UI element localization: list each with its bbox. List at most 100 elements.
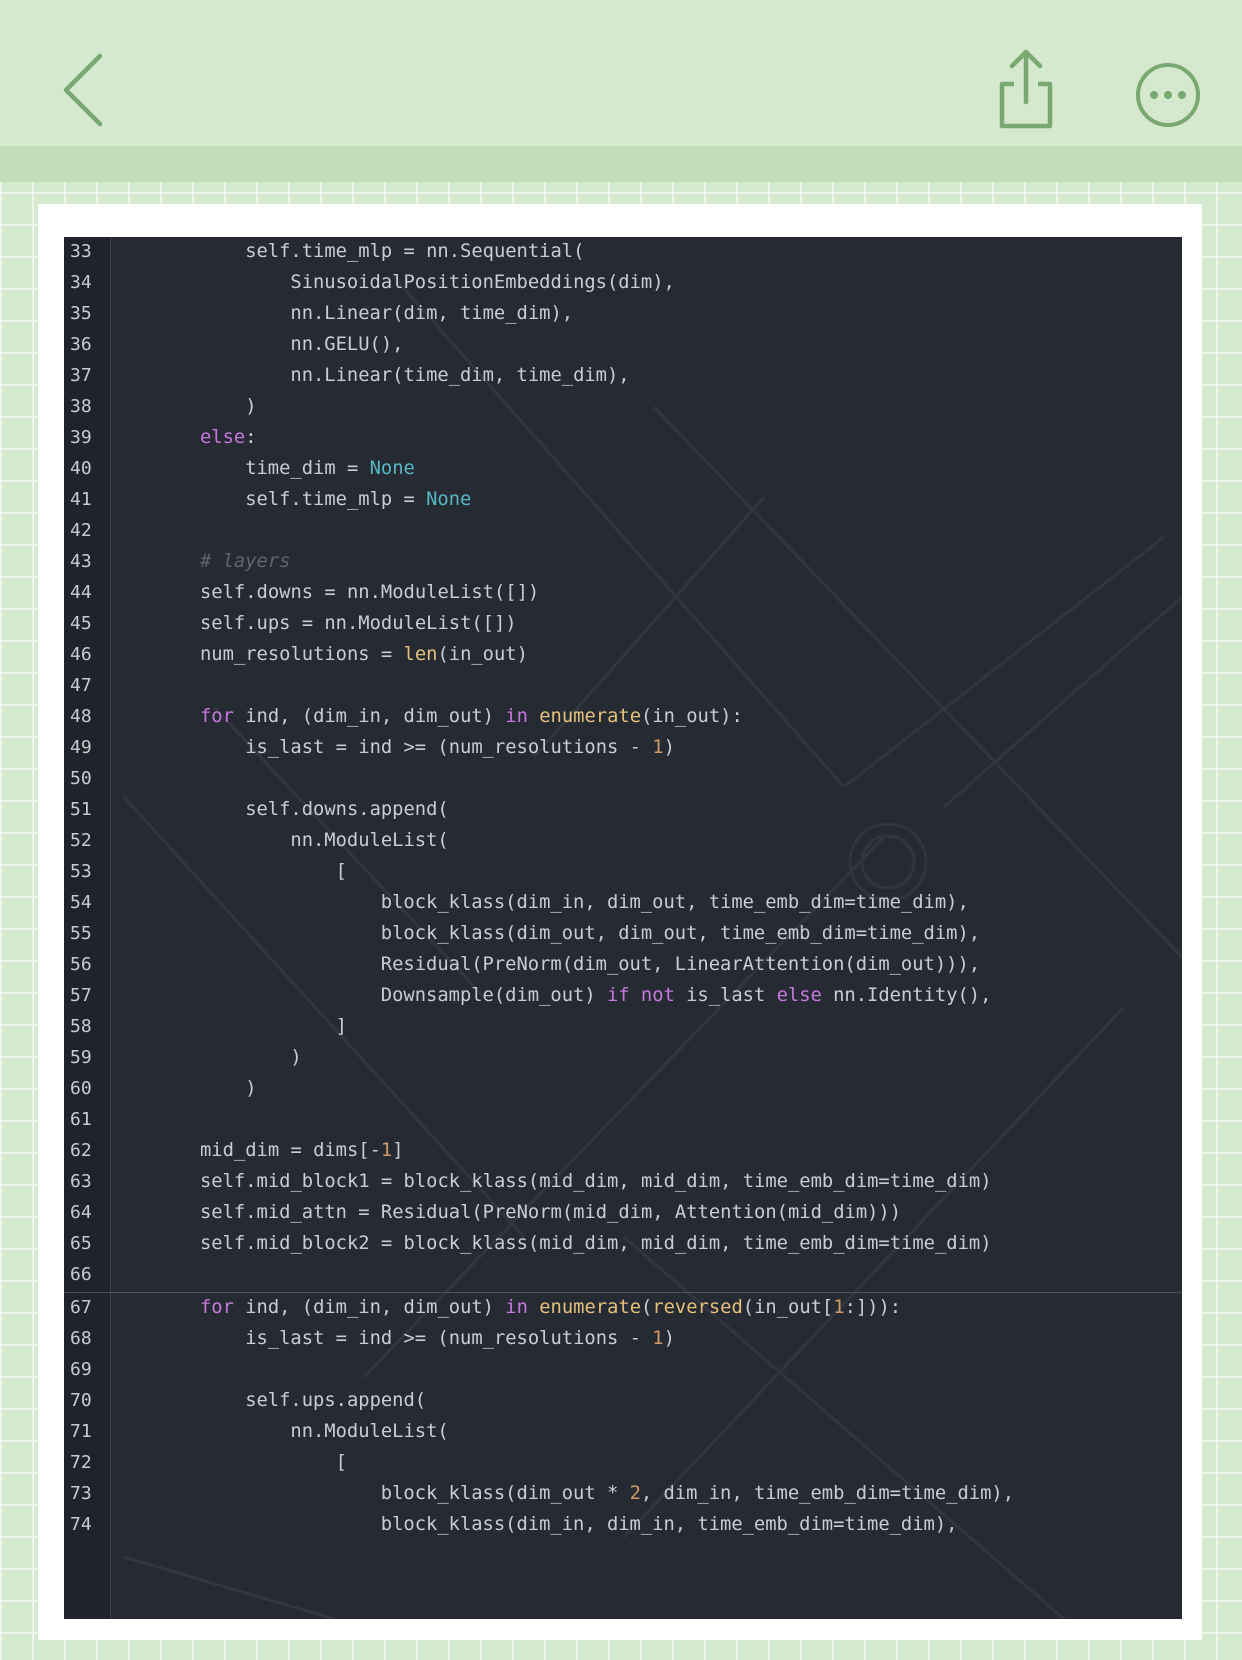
line-number: 74	[70, 1514, 92, 1535]
code-token: block_klass(dim_out, dim_out, time_emb_d…	[380, 923, 981, 944]
line-number: 50	[70, 768, 92, 789]
line-number: 64	[70, 1202, 92, 1223]
code-token: , dim_in, time_emb_dim=time_dim),	[640, 1483, 1015, 1504]
code-token: in	[505, 706, 528, 727]
line-number: 63	[70, 1171, 92, 1192]
code-line: 36 nn.GELU(),	[64, 330, 1182, 362]
code-text: self.time_mlp = nn.Sequential(	[245, 240, 584, 264]
code-token: Downsample(dim_out)	[380, 985, 607, 1006]
line-number: 73	[70, 1483, 92, 1504]
code-token: )	[290, 1047, 302, 1068]
code-text: nn.GELU(),	[290, 333, 403, 357]
line-number: 54	[70, 892, 92, 913]
back-button[interactable]	[56, 50, 112, 130]
code-token: self.downs.append(	[245, 799, 449, 820]
code-text: )	[290, 1046, 301, 1070]
code-token: :])):	[844, 1297, 902, 1318]
code-token: ]	[335, 1016, 347, 1037]
code-line: 72 [	[64, 1448, 1182, 1480]
code-line: 64 self.mid_attn = Residual(PreNorm(mid_d…	[64, 1198, 1182, 1230]
code-text: [	[336, 1451, 347, 1475]
code-token: # layers	[200, 551, 291, 572]
code-text: for ind, (dim_in, dim_out) in enumerate(…	[200, 1296, 901, 1320]
code-text: block_klass(dim_in, dim_in, time_emb_dim…	[381, 1513, 958, 1537]
code-text: is_last = ind >= (num_resolutions - 1)	[245, 1327, 675, 1351]
capture-seam-divider	[64, 1292, 1182, 1293]
share-button[interactable]	[996, 46, 1056, 132]
code-token: for	[200, 706, 234, 727]
code-line: 37 nn.Linear(time_dim, time_dim),	[64, 361, 1182, 393]
code-text: self.ups = nn.ModuleList([])	[200, 612, 517, 636]
line-number: 56	[70, 954, 92, 975]
code-token: is_last = ind >= (num_resolutions -	[245, 1328, 653, 1349]
code-line: 41 self.time_mlp = None	[64, 485, 1182, 517]
line-number: 52	[70, 830, 92, 851]
code-token: (in_out[	[742, 1297, 834, 1318]
code-line: 70 self.ups.append(	[64, 1386, 1182, 1418]
code-token: block_klass(dim_in, dim_out, time_emb_di…	[380, 892, 969, 913]
line-number: 71	[70, 1421, 92, 1442]
line-number: 62	[70, 1140, 92, 1161]
code-token: [	[335, 861, 347, 882]
line-number: 41	[70, 489, 92, 510]
code-line: 71 nn.ModuleList(	[64, 1417, 1182, 1449]
code-line: 59)	[64, 1043, 1182, 1075]
code-text: nn.ModuleList(	[290, 829, 448, 853]
line-number: 55	[70, 923, 92, 944]
code-line: 34 SinusoidalPositionEmbeddings(dim),	[64, 268, 1182, 300]
code-token: )	[663, 737, 675, 758]
code-text: self.mid_block2 = block_klass(mid_dim, m…	[200, 1232, 992, 1256]
code-token: self.mid_block1 = block_klass(mid_dim, m…	[200, 1171, 992, 1192]
code-text: )	[245, 395, 256, 419]
code-line: 51 self.downs.append(	[64, 795, 1182, 827]
code-token: nn.Identity(),	[821, 985, 992, 1006]
line-number: 68	[70, 1328, 92, 1349]
code-line: 43 # layers	[64, 547, 1182, 579]
code-token: len	[403, 644, 438, 665]
code-line: 57 Downsample(dim_out) if not is_last els…	[64, 981, 1182, 1013]
chevron-left-icon	[63, 53, 103, 127]
more-options-button[interactable]	[1134, 62, 1230, 128]
code-text: num_resolutions = len(in_out)	[200, 643, 528, 667]
code-token: block_klass(dim_in, dim_in, time_emb_dim…	[380, 1514, 958, 1535]
code-token: ind, (dim_in, dim_out)	[233, 706, 506, 727]
code-text: # layers	[200, 550, 290, 574]
code-line: 46 num_resolutions = len(in_out)	[64, 640, 1182, 672]
code-token: nn.Linear(time_dim, time_dim),	[290, 365, 630, 386]
code-text: self.mid_attn = Residual(PreNorm(mid_dim…	[200, 1201, 901, 1225]
line-number: 48	[70, 706, 92, 727]
code-text: nn.ModuleList(	[290, 1420, 448, 1444]
line-number: 58	[70, 1016, 92, 1037]
code-token: self.mid_attn = Residual(PreNorm(mid_dim…	[200, 1202, 902, 1223]
code-line: 69	[64, 1355, 1182, 1387]
code-text: Downsample(dim_out) if not is_last else …	[381, 984, 992, 1008]
code-token: in	[505, 1297, 528, 1318]
code-token: block_klass(dim_out *	[380, 1483, 630, 1504]
code-line: 66	[64, 1260, 1182, 1292]
code-token: mid_dim = dims[-	[200, 1140, 381, 1161]
code-text: )	[245, 1077, 256, 1101]
code-token: num_resolutions =	[200, 644, 404, 665]
code-text: block_klass(dim_out, dim_out, time_emb_d…	[381, 922, 980, 946]
line-number: 51	[70, 799, 92, 820]
code-line: 55 block_klass(dim_out, dim_out, time_emb…	[64, 919, 1182, 951]
code-token: Residual(PreNorm(dim_out, LinearAttentio…	[380, 954, 981, 975]
line-number: 34	[70, 272, 92, 293]
code-line: 62 mid_dim = dims[-1]	[64, 1136, 1182, 1168]
line-number: 33	[70, 241, 92, 262]
code-token: nn.ModuleList(	[290, 1421, 449, 1442]
code-line: 40 time_dim = None	[64, 454, 1182, 486]
code-text: nn.Linear(time_dim, time_dim),	[290, 364, 629, 388]
code-line: 58]	[64, 1012, 1182, 1044]
code-token: self.mid_block2 = block_klass(mid_dim, m…	[200, 1233, 992, 1254]
line-number: 46	[70, 644, 92, 665]
code-token: 1	[652, 737, 664, 758]
line-number: 60	[70, 1078, 92, 1099]
code-line: 47	[64, 671, 1182, 703]
code-token: else	[776, 985, 822, 1006]
code-text: else:	[200, 426, 257, 450]
code-line: 65 self.mid_block2 = block_klass(mid_dim,…	[64, 1229, 1182, 1261]
code-token: (	[641, 1297, 653, 1318]
